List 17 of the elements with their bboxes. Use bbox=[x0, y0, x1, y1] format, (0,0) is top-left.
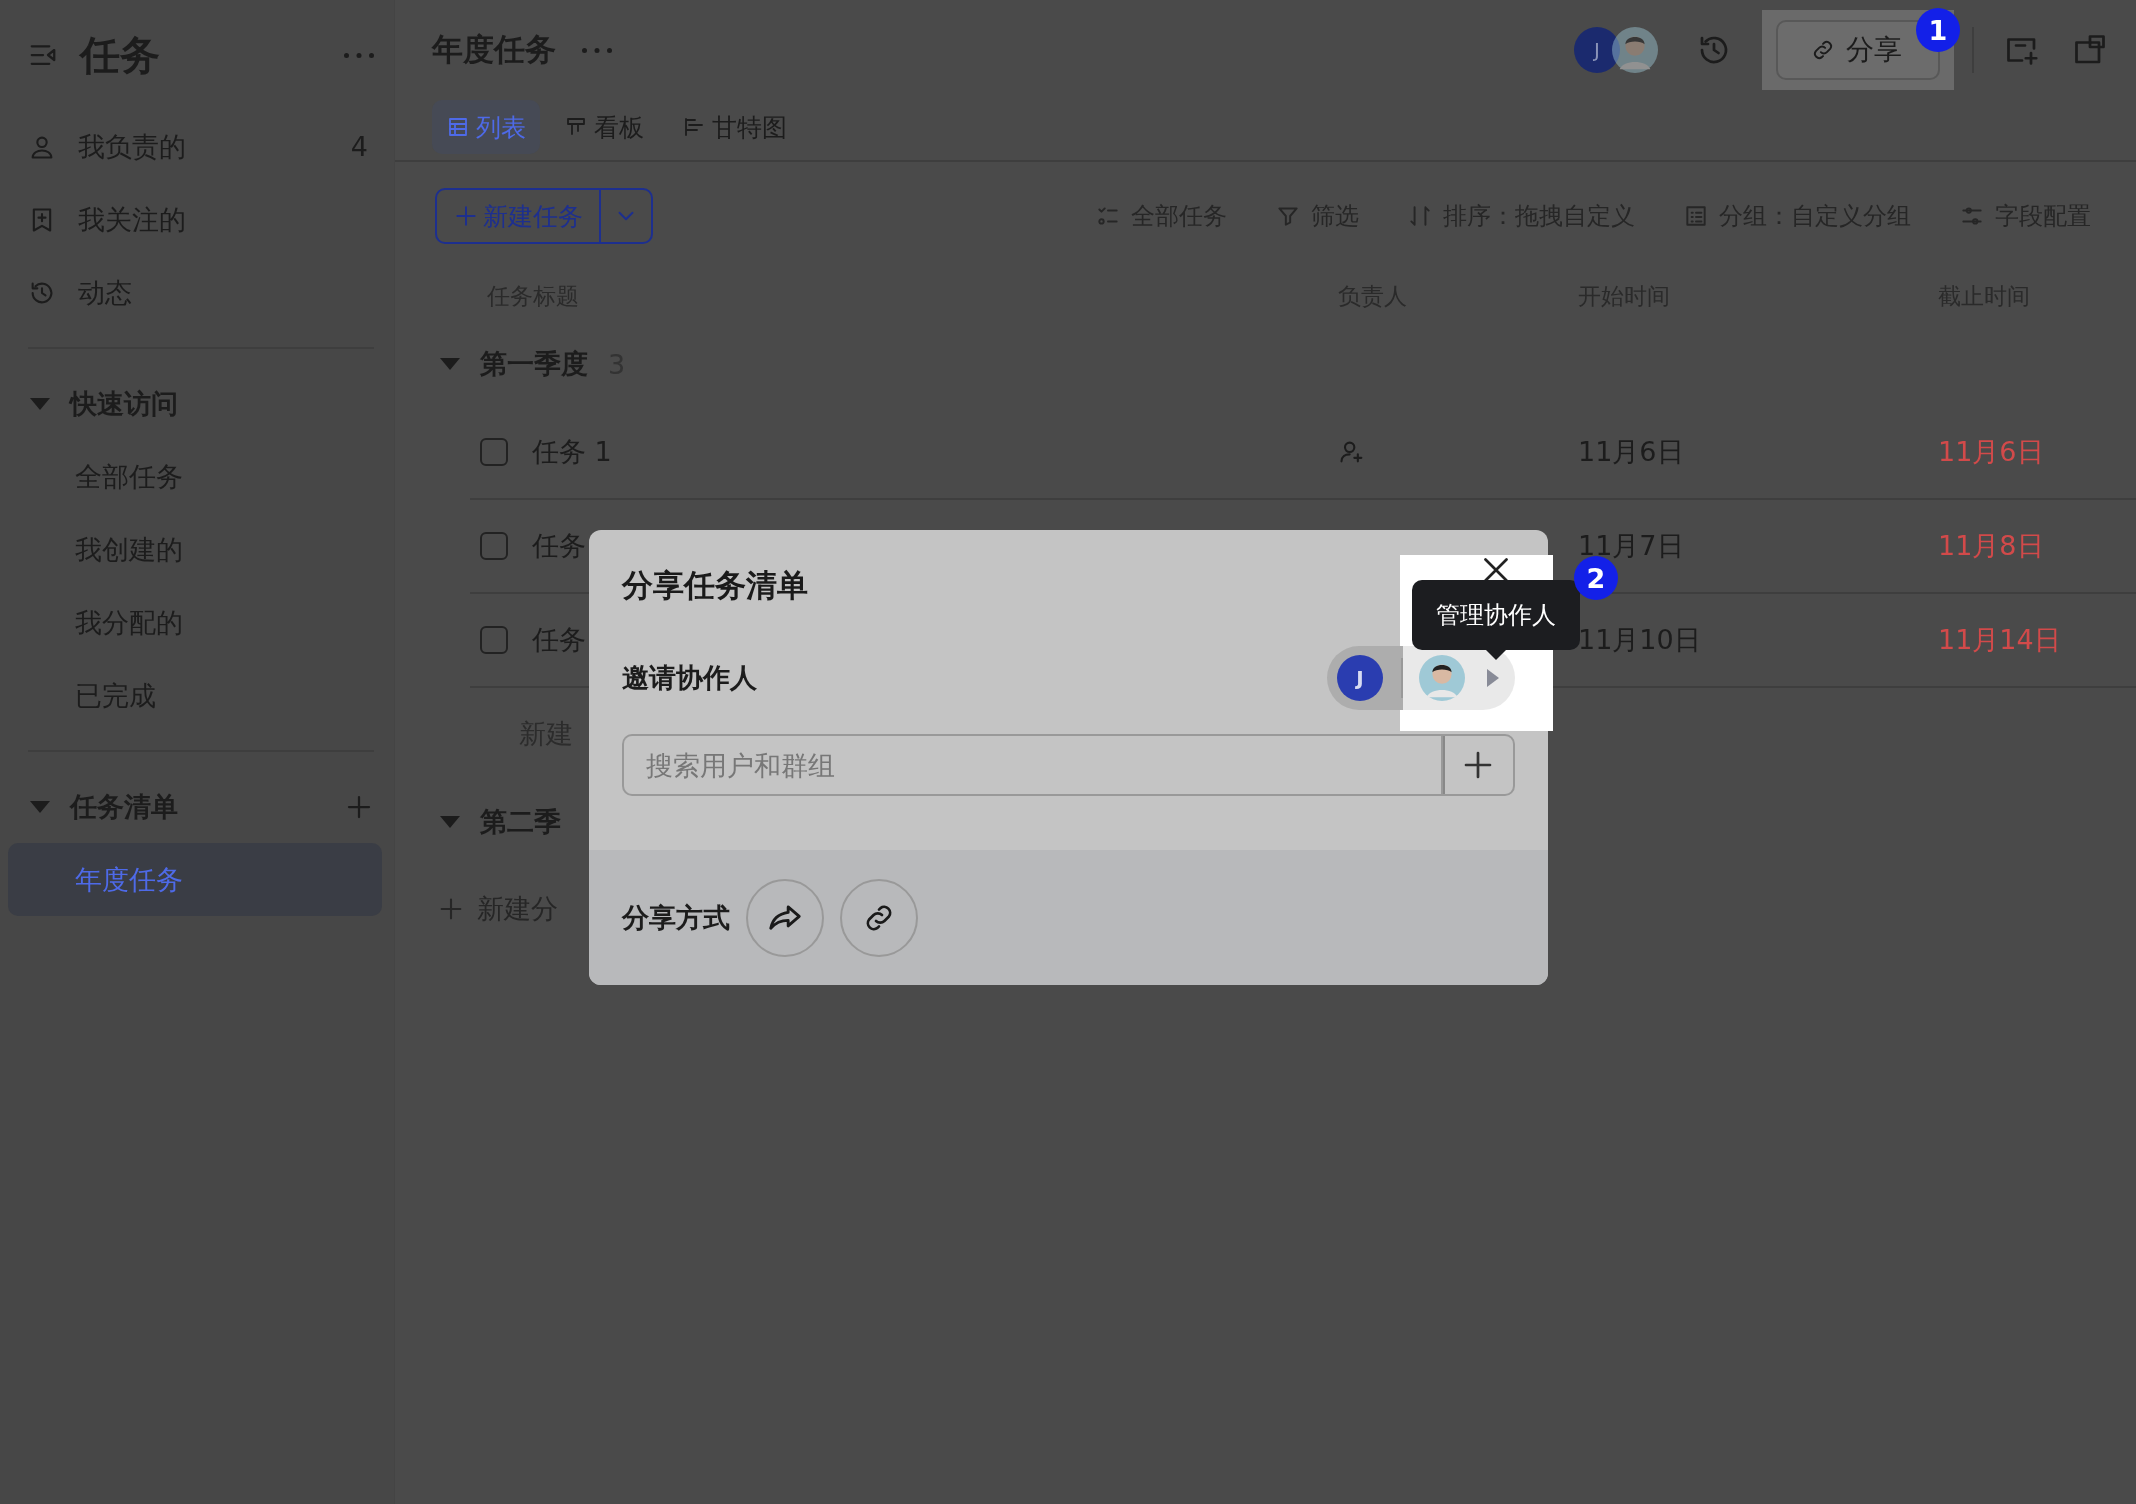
tooltip: 管理协作人 bbox=[1412, 580, 1580, 660]
sidebar-item[interactable]: 年度任务 bbox=[8, 843, 382, 916]
user-avatar: J bbox=[1337, 655, 1383, 701]
collaborators-pill[interactable]: J bbox=[1327, 646, 1515, 710]
view-tab[interactable]: 列表 bbox=[432, 100, 540, 154]
step-badge: 2 bbox=[1574, 556, 1618, 600]
user-avatar[interactable]: J bbox=[1574, 27, 1620, 73]
due-date: 11月14日 bbox=[1938, 623, 2062, 657]
share-method-label: 分享方式 bbox=[622, 900, 730, 935]
due-date: 11月8日 bbox=[1938, 529, 2045, 563]
step-badge: 1 bbox=[1916, 8, 1960, 52]
dialog-title: 分享任务清单 bbox=[622, 566, 808, 605]
invite-label: 邀请协作人 bbox=[622, 661, 757, 695]
new-task-button[interactable]: 新建任务 bbox=[435, 188, 653, 244]
button-label: 新建任务 bbox=[483, 200, 583, 233]
search-field[interactable]: 搜索用户和群组 bbox=[622, 734, 1441, 796]
due-date: 11月6日 bbox=[1938, 435, 2045, 469]
